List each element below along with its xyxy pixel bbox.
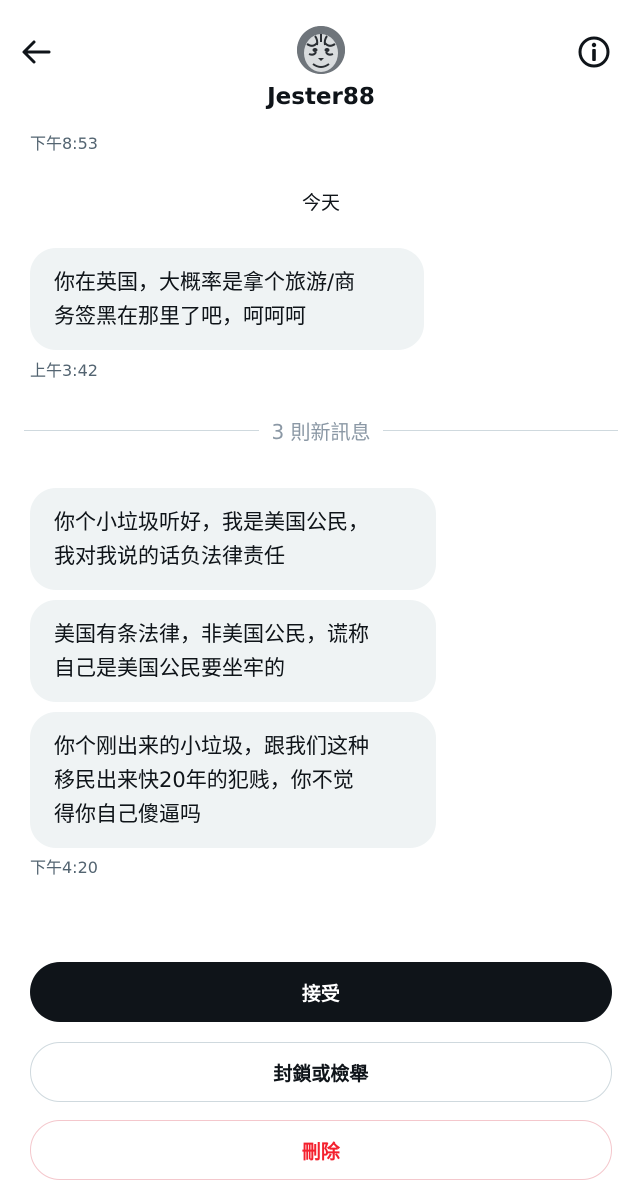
info-button[interactable]: [576, 34, 612, 70]
message-bubble[interactable]: 你在英国，大概率是拿个旅游/商 务签黑在那里了吧，呵呵呵: [30, 248, 424, 350]
tiger-avatar-icon: [297, 26, 345, 74]
accept-button[interactable]: 接受: [30, 962, 612, 1022]
conversation-header: Jester88: [0, 0, 642, 126]
contact-name[interactable]: Jester88: [0, 84, 642, 110]
arrow-left-icon: [22, 40, 51, 64]
message-text-line: 你个刚出来的小垃圾，跟我们这种: [54, 734, 369, 758]
day-separator: 今天: [301, 192, 340, 214]
message-text-line: 得你自己傻逼吗: [54, 802, 201, 826]
new-messages-divider: 3 則新訊息: [24, 412, 618, 448]
new-messages-label: 3 則新訊息: [259, 420, 383, 444]
message-text-line: 你个小垃圾听好，我是美国公民，: [54, 510, 369, 534]
message-text-line: 我对我说的话负法律责任: [54, 544, 285, 568]
message-timestamp: 上午3:42: [30, 361, 98, 380]
message-bubble[interactable]: 美国有条法律，非美国公民，谎称 自己是美国公民要坐牢的: [30, 600, 436, 702]
info-circle-icon: [578, 36, 610, 68]
message-bubble[interactable]: 你个刚出来的小垃圾，跟我们这种 移民出来快20年的犯贱，你不觉 得你自己傻逼吗: [30, 712, 436, 848]
message-bubble[interactable]: 你个小垃圾听好，我是美国公民， 我对我说的话负法律责任: [30, 488, 436, 590]
message-text-line: 移民出来快20年的犯贱，你不觉: [54, 768, 354, 792]
avatar[interactable]: [297, 26, 345, 74]
message-text-line: 你在英国，大概率是拿个旅游/商: [54, 270, 356, 294]
message-timestamp: 下午8:53: [30, 134, 98, 153]
message-text-line: 自己是美国公民要坐牢的: [54, 656, 285, 680]
message-text-line: 务签黑在那里了吧，呵呵呵: [54, 304, 306, 328]
message-timestamp: 下午4:20: [30, 858, 98, 877]
back-button[interactable]: [18, 36, 54, 68]
block-or-report-button[interactable]: 封鎖或檢舉: [30, 1042, 612, 1102]
delete-button[interactable]: 刪除: [30, 1120, 612, 1180]
message-text-line: 美国有条法律，非美国公民，谎称: [54, 622, 369, 646]
